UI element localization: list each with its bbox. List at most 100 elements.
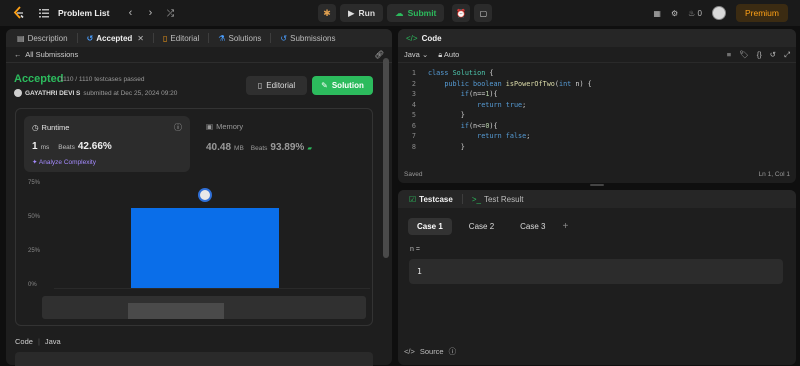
tab-test-result[interactable]: >_ Test Result	[469, 195, 527, 204]
premium-button[interactable]: Premium	[735, 4, 788, 22]
input-label: n =	[410, 246, 420, 253]
next-problem-icon[interactable]: ›	[143, 7, 157, 19]
memory-card[interactable]: ▣ Memory 40.48 MB Beats 93.89% ▰	[206, 122, 366, 162]
streak-counter[interactable]: ♨ 0	[688, 9, 702, 18]
submitter-avatar	[14, 89, 22, 97]
debug-button[interactable]: ✱	[318, 4, 336, 22]
memory-beats-percent: 93.89%	[270, 142, 305, 153]
problem-list-icon[interactable]	[38, 7, 50, 19]
code-line[interactable]: 6 if(n<=0){	[398, 122, 796, 133]
code-icon: </>	[406, 33, 418, 43]
leetcode-logo-icon[interactable]	[12, 6, 26, 20]
add-case-button[interactable]: +	[563, 221, 569, 232]
solution-button[interactable]: ✎ Solution	[312, 76, 373, 95]
code-text: if(n==1){	[460, 90, 498, 98]
help-icon[interactable]: ⓘ	[449, 346, 457, 357]
back-bar: ← All Submissions 🔗︎	[6, 47, 392, 63]
left-scrollbar[interactable]	[383, 48, 389, 360]
runtime-card[interactable]: ◷ Runtime ⓘ 1 ms Beats 42.66% ✦ Analyze C…	[24, 116, 190, 172]
code-line[interactable]: 3 if(n==1){	[398, 90, 796, 101]
testcase-tab-bar: ☑ Testcase >_ Test Result	[398, 190, 796, 208]
code-panel-header: </> Code	[398, 29, 796, 47]
line-number: 4	[411, 100, 416, 109]
panel-resize-handle[interactable]	[590, 184, 604, 186]
format-icon[interactable]: ≡	[727, 50, 731, 60]
line-number: 7	[411, 132, 416, 140]
tab-testcase[interactable]: ☑ Testcase	[406, 195, 456, 204]
history-icon: ↺	[86, 33, 94, 43]
line-number: 8	[411, 142, 416, 151]
submitted-time: submitted at Dec 25, 2024 09:20	[83, 89, 178, 97]
scrubber-thumb[interactable]	[128, 303, 224, 319]
lock-icon: 🔒︎	[438, 49, 443, 59]
editorial-button[interactable]: ▯ Editorial	[246, 76, 307, 95]
runtime-label: ◷ Runtime	[32, 123, 70, 132]
code-editor[interactable]: 1 class Solution {2 public boolean isPowe…	[398, 65, 796, 169]
close-tab-icon[interactable]: ✕	[137, 34, 144, 43]
runtime-beats-percent: 42.66%	[77, 141, 112, 152]
code-line[interactable]: 2 public boolean isPowerOfTwo(int n) {	[398, 80, 796, 91]
notes-button[interactable]: ▢	[474, 4, 493, 22]
info-icon[interactable]: ⓘ	[174, 122, 182, 133]
case-tab-1[interactable]: Case 1	[408, 218, 452, 235]
tab-editorial[interactable]: ▯ Editorial	[160, 34, 202, 43]
language-select[interactable]: Java ⌄	[404, 50, 428, 59]
your-submission-marker[interactable]	[198, 187, 212, 202]
tab-divider	[461, 194, 463, 204]
case-tab-3[interactable]: Case 3	[511, 218, 554, 235]
case-tab-2[interactable]: Case 2	[460, 218, 503, 235]
y-tick-label: 0%	[28, 282, 37, 288]
tab-solutions[interactable]: ⚗ Solutions	[215, 34, 264, 43]
code-text: public boolean isPowerOfTwo(int n) {	[444, 79, 592, 88]
braces-icon[interactable]: {}	[757, 50, 762, 60]
chip-icon: ▣	[206, 122, 214, 131]
chart-range-scrubber[interactable]	[42, 296, 366, 319]
back-to-submissions-link[interactable]: ← All Submissions	[14, 50, 78, 59]
code-line[interactable]: 4 return true;	[398, 101, 796, 112]
tab-divider	[76, 33, 78, 43]
user-avatar[interactable]	[711, 6, 726, 20]
tab-submissions[interactable]: ↺ Submissions	[277, 34, 338, 43]
flame-icon: ♨	[688, 8, 696, 18]
problem-list-link[interactable]: Problem List	[58, 8, 109, 18]
code-line[interactable]: 5 }	[398, 111, 796, 122]
checkbox-icon: ☑	[409, 194, 417, 204]
testcase-input[interactable]: 1	[409, 259, 783, 284]
code-line[interactable]: 7 return false;	[398, 132, 796, 143]
terminal-icon: >_	[471, 194, 481, 204]
code-text: class Solution {	[428, 69, 494, 77]
left-tab-bar: ▤ Description ↺ Accepted ✕ ▯ Editorial ⚗ Solu…	[6, 29, 392, 47]
cursor-position: Ln 1, Col 1	[758, 170, 790, 178]
scrollbar-thumb[interactable]	[383, 58, 389, 258]
expand-icon[interactable]: ⤢	[784, 50, 790, 60]
code-line[interactable]: 8 }	[398, 143, 796, 154]
bookmark-icon[interactable]: 🏷︎	[739, 50, 749, 60]
code-text: }	[428, 142, 465, 151]
tab-accepted[interactable]: ↺ Accepted ✕	[84, 34, 147, 43]
run-button[interactable]: ▶ Run	[340, 4, 384, 22]
chart-baseline	[54, 288, 370, 289]
y-tick-label: 25%	[28, 248, 41, 254]
distribution-bar[interactable]	[131, 207, 279, 288]
line-number: 3	[411, 90, 416, 98]
analyze-complexity-link[interactable]: ✦ Analyze Complexity	[32, 158, 96, 166]
history-icon: ↺	[280, 33, 288, 43]
memory-label: ▣ Memory	[206, 122, 244, 131]
testcase-panel: ☑ Testcase >_ Test Result Case 1 Case 2 Ca…	[398, 190, 796, 365]
submitted-code-block	[15, 352, 373, 366]
source-link[interactable]: </> Source ⓘ	[404, 346, 456, 357]
settings-gear-icon[interactable]: ⚙	[671, 9, 678, 18]
submit-button[interactable]: ☁ Submit	[387, 4, 445, 22]
submitter-info: GAYATHRI DEVI S submitted at Dec 25, 202…	[14, 89, 177, 97]
prev-problem-icon[interactable]: ‹	[123, 7, 137, 19]
submitter-name[interactable]: GAYATHRI DEVI S	[25, 90, 80, 97]
edit-icon: ✎	[321, 81, 328, 90]
code-line[interactable]: 1 class Solution {	[398, 69, 796, 80]
layout-grid-icon[interactable]: ▦	[653, 9, 661, 18]
tab-description[interactable]: ▤ Description	[14, 34, 71, 43]
timer-button[interactable]: ⏰	[452, 4, 471, 22]
submission-status: Accepted	[14, 73, 64, 85]
reset-icon[interactable]: ↺	[770, 50, 776, 60]
y-tick-label: 75%	[28, 180, 41, 186]
shuffle-icon[interactable]: ⤮	[163, 8, 177, 19]
